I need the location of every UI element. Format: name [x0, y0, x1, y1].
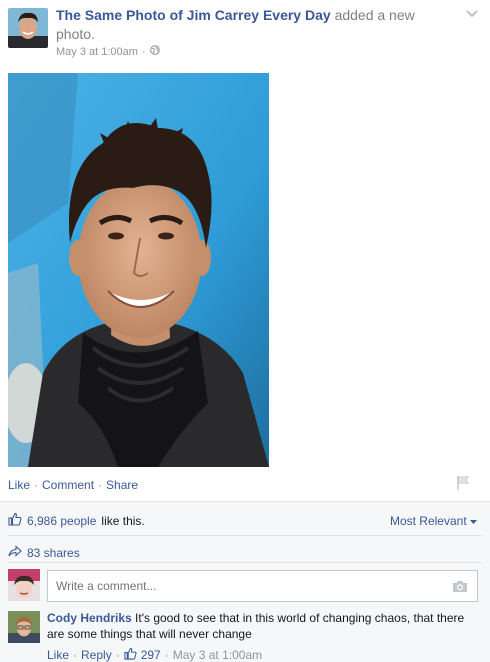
likers-link[interactable]: 6,986 people: [27, 514, 96, 528]
feed-story: The Same Photo of Jim Carrey Every Day a…: [0, 0, 490, 662]
chevron-down-icon[interactable]: [464, 6, 480, 22]
likes-suffix: like this.: [101, 513, 145, 528]
comment-body: Cody Hendriks It's good to see that in t…: [47, 610, 477, 642]
page-name-link[interactable]: The Same Photo of Jim Carrey Every Day: [56, 7, 331, 23]
shares-summary[interactable]: 83 shares: [8, 545, 80, 560]
flag-icon[interactable]: [456, 475, 470, 491]
page-avatar[interactable]: [8, 8, 48, 48]
camera-icon[interactable]: [452, 580, 468, 593]
comment-sort-dropdown[interactable]: Most Relevant: [390, 514, 477, 528]
divider: [8, 562, 482, 563]
feedback-section: 6,986 people like this. Most Relevant 83…: [0, 501, 490, 662]
comment-reply-link[interactable]: Reply: [81, 648, 112, 662]
story-header: The Same Photo of Jim Carrey Every Day a…: [56, 6, 436, 44]
story-actions: Like · Comment · Share: [8, 478, 139, 492]
likes-summary: 6,986 people like this.: [8, 512, 145, 529]
comment-like-count[interactable]: 297: [141, 648, 161, 662]
share-link[interactable]: Share: [106, 478, 138, 492]
share-arrow-icon: [8, 545, 22, 560]
thumbs-up-icon: [124, 647, 137, 662]
comment-timestamp[interactable]: May 3 at 1:00am: [173, 648, 262, 662]
comment-actions: Like · Reply · 297 · May 3 at 1:00am: [47, 647, 263, 662]
thumbs-up-icon: [8, 512, 22, 529]
comment-link[interactable]: Comment: [42, 478, 94, 492]
divider: [8, 535, 482, 536]
like-link[interactable]: Like: [8, 478, 30, 492]
comment-author-link[interactable]: Cody Hendriks: [47, 611, 132, 625]
globe-icon[interactable]: [149, 45, 160, 58]
comment-like-link[interactable]: Like: [47, 648, 69, 662]
caret-down-icon: [470, 514, 477, 528]
commenter-avatar[interactable]: [8, 611, 40, 643]
viewer-avatar[interactable]: [8, 569, 40, 601]
shares-count: 83 shares: [27, 545, 80, 560]
story-meta: May 3 at 1:00am ·: [56, 45, 160, 58]
sort-label: Most Relevant: [389, 514, 467, 528]
post-photo[interactable]: [8, 73, 269, 467]
comment-input[interactable]: [47, 570, 478, 602]
post-timestamp[interactable]: May 3 at 1:00am: [56, 46, 138, 58]
